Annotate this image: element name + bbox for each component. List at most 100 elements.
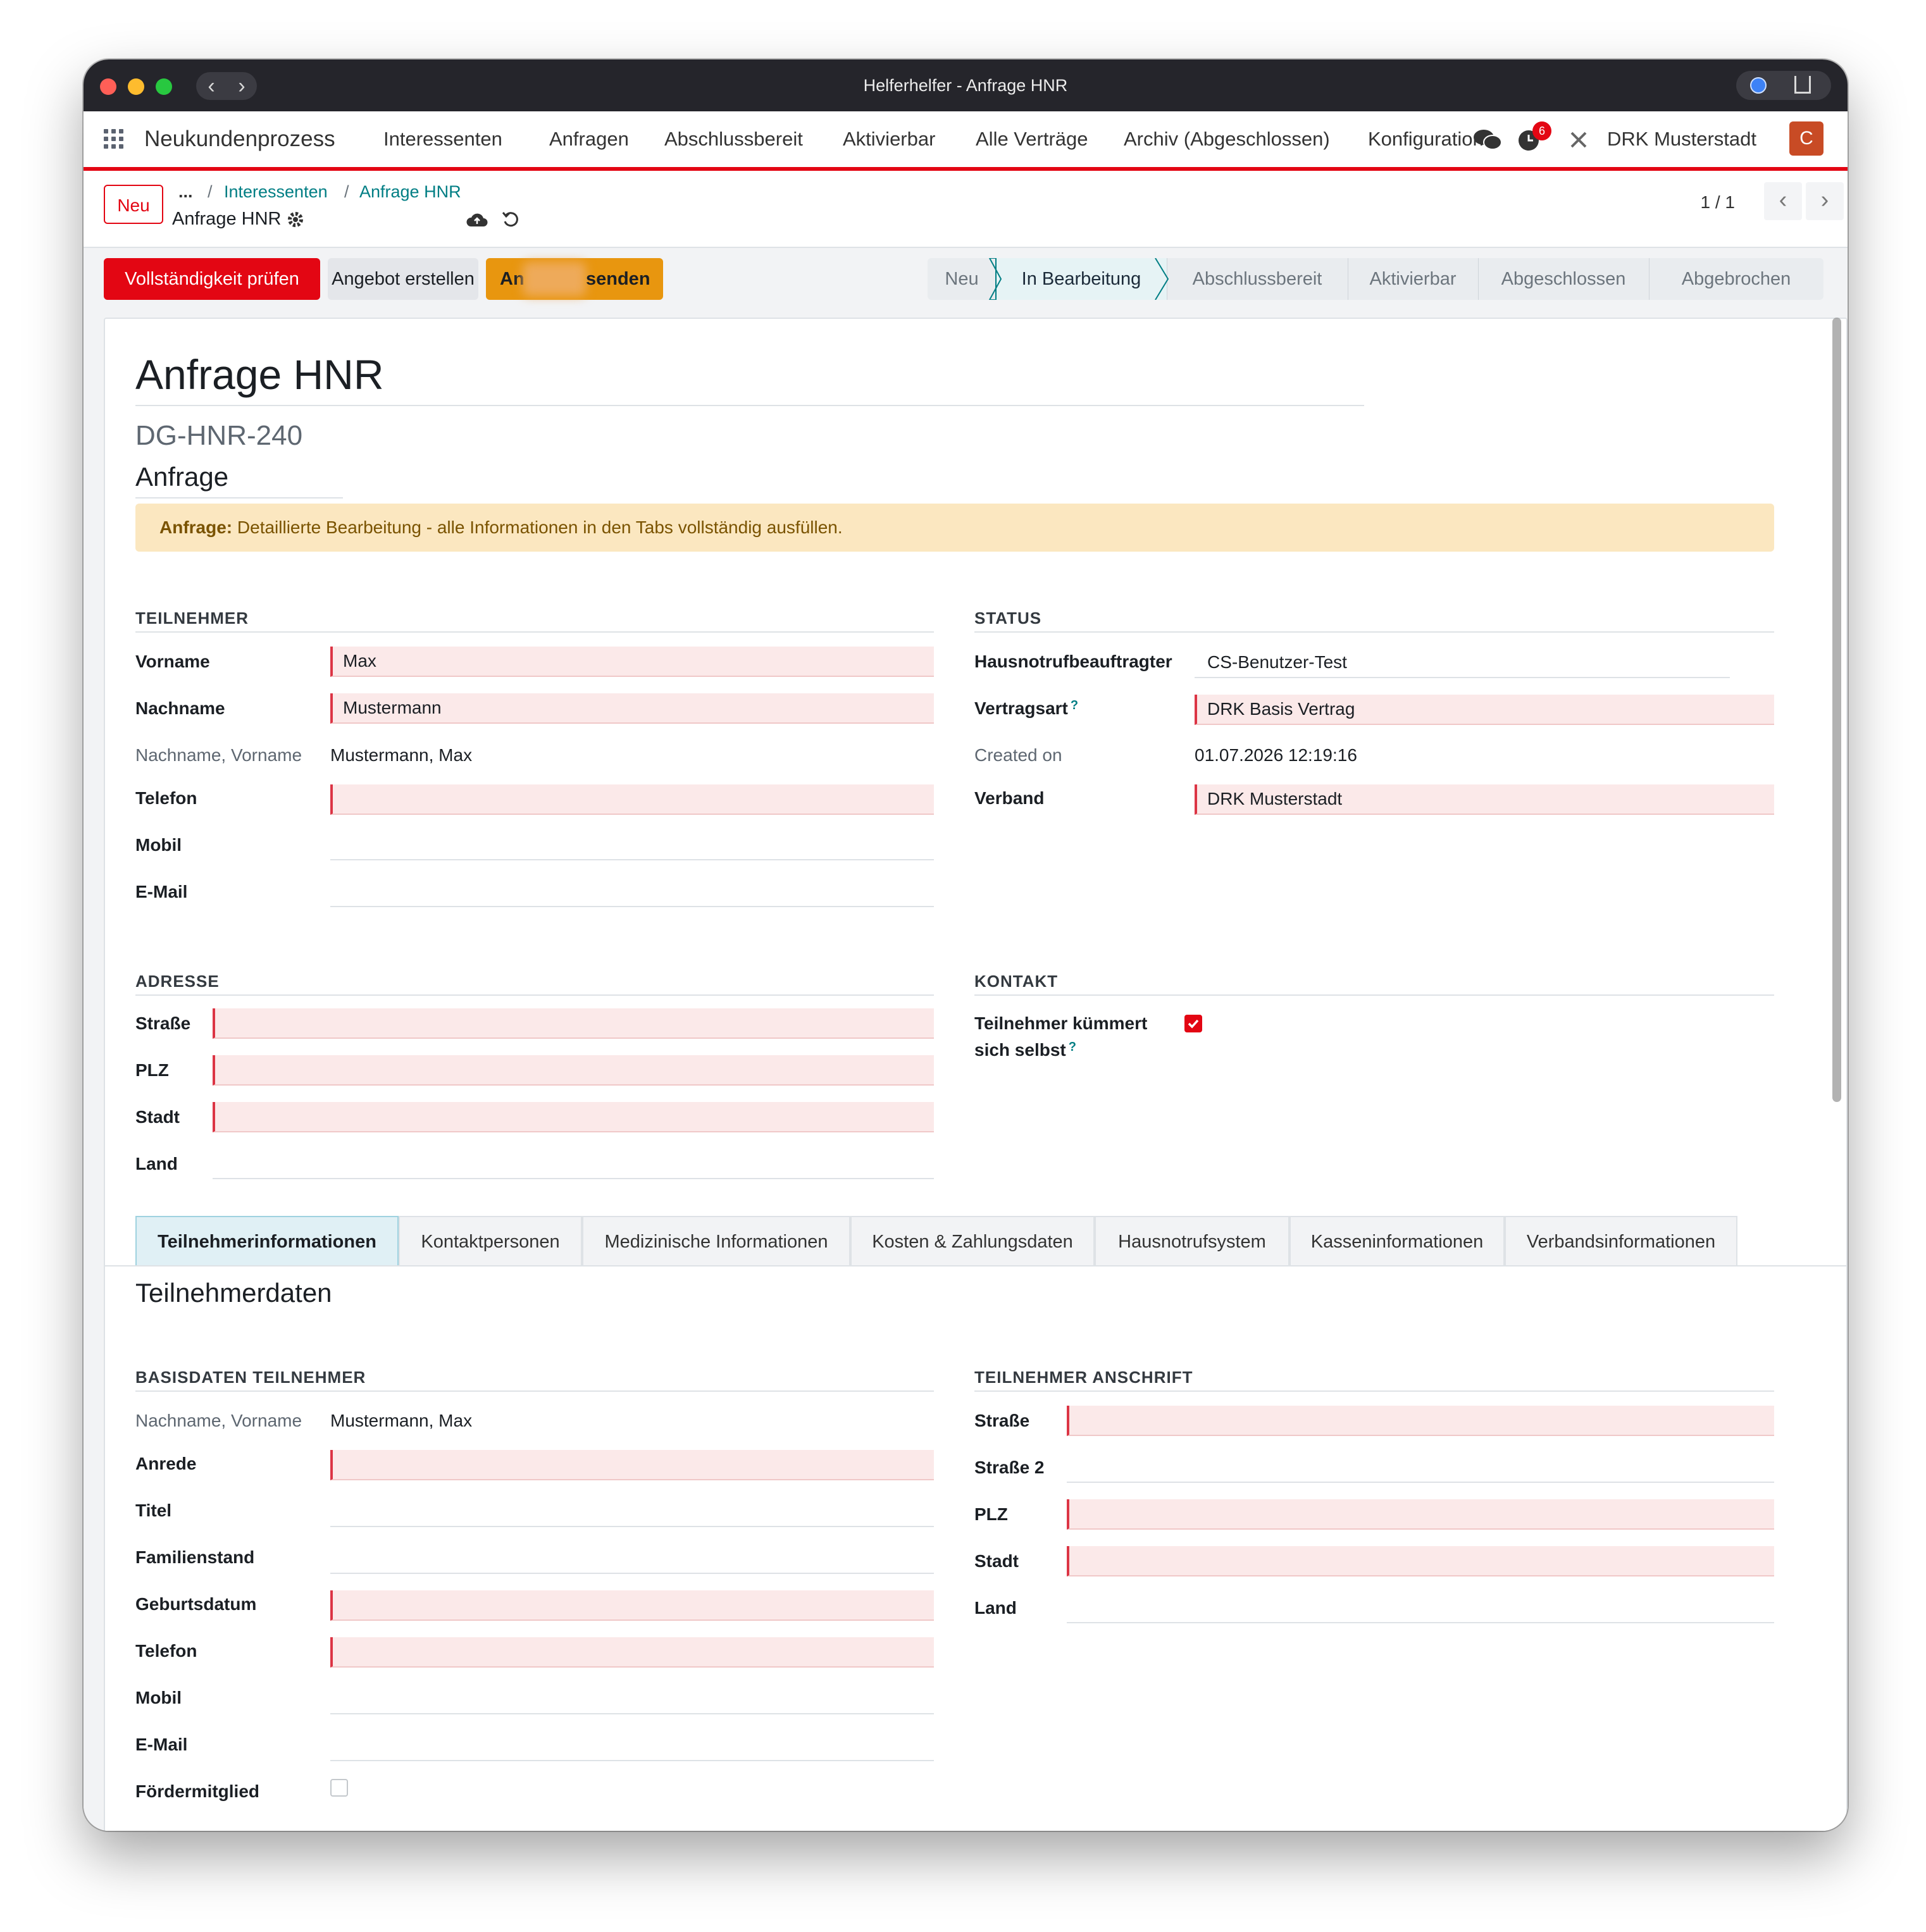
tab-kontaktpersonen[interactable]: Kontaktpersonen: [399, 1216, 582, 1265]
basis-fullname-value: Mustermann, Max: [330, 1411, 473, 1430]
familienstand-field[interactable]: [330, 1544, 934, 1574]
pager-previous-icon[interactable]: ‹: [1764, 182, 1802, 220]
chat-icon[interactable]: [1473, 128, 1502, 152]
foerdermitglied-checkbox[interactable]: [330, 1779, 348, 1797]
basis-telefon-field[interactable]: [330, 1637, 934, 1668]
label-fullname: Nachname, Vorname: [135, 745, 302, 765]
label-mobil: Mobil: [135, 835, 182, 855]
new-record-button[interactable]: Neu: [104, 185, 163, 224]
breadcrumb-parent[interactable]: Interessenten: [224, 182, 328, 202]
section-kontakt: KONTAKT: [974, 972, 1059, 991]
anschrift-land-field[interactable]: [1067, 1593, 1774, 1623]
label-anrede: Anrede: [135, 1454, 197, 1473]
anschrift-stadt-field[interactable]: [1067, 1546, 1774, 1576]
menu-alle-vertraege[interactable]: Alle Verträge: [976, 111, 1088, 167]
breadcrumb-current[interactable]: Anfrage HNR: [359, 182, 461, 202]
user-avatar[interactable]: C: [1789, 121, 1823, 156]
tab-kasseninformationen[interactable]: Kasseninformationen: [1289, 1216, 1505, 1265]
send-button[interactable]: An senden: [486, 258, 663, 300]
stadt-field[interactable]: [213, 1102, 934, 1132]
send-button-prefix: An: [500, 269, 525, 289]
telefon-field[interactable]: [330, 784, 934, 815]
basis-email-field[interactable]: [330, 1731, 934, 1761]
scrollbar[interactable]: [1832, 318, 1841, 1102]
anrede-field[interactable]: [330, 1450, 934, 1480]
record-type[interactable]: Anfrage: [135, 462, 228, 492]
password-icon[interactable]: [1750, 77, 1767, 94]
toolbar-right: [1736, 71, 1831, 100]
form-view: Vollständigkeit prüfen Angebot erstellen…: [84, 248, 1848, 1831]
verband-field[interactable]: DRK Musterstadt: [1195, 784, 1774, 815]
anschrift-plz-field[interactable]: [1067, 1499, 1774, 1530]
tab-verbandsinformationen[interactable]: Verbandsinformationen: [1505, 1216, 1737, 1265]
create-offer-button[interactable]: Angebot erstellen: [328, 258, 478, 300]
record-name: Anfrage HNR: [172, 209, 282, 229]
record-title[interactable]: Anfrage HNR: [135, 350, 384, 399]
help-icon[interactable]: ?: [1071, 698, 1078, 712]
mobil-field[interactable]: [330, 830, 934, 860]
nachname-field[interactable]: Mustermann: [330, 693, 934, 724]
tab-medizinische-informationen[interactable]: Medizinische Informationen: [582, 1216, 850, 1265]
label-vertragsart: Vertragsart?: [974, 698, 1079, 718]
stage-arrows: [988, 258, 1169, 300]
label-self-care-1: Teilnehmer kümmert: [974, 1013, 1148, 1033]
section-status: STATUS: [974, 609, 1042, 628]
form-sheet: Anfrage HNR DG-HNR-240 Anfrage Anfrage: …: [104, 318, 1848, 1831]
debug-tools-icon[interactable]: [1569, 130, 1588, 149]
breadcrumb-ellipsis[interactable]: ...: [178, 182, 193, 202]
plz-field[interactable]: [213, 1055, 934, 1086]
anschrift-strasse-field[interactable]: [1067, 1406, 1774, 1436]
help-icon[interactable]: ?: [1069, 1040, 1076, 1054]
anschrift-strasse2-field[interactable]: [1067, 1452, 1774, 1483]
geburtsdatum-field[interactable]: [330, 1590, 934, 1621]
tab-hausnotrufsystem[interactable]: Hausnotrufsystem: [1095, 1216, 1289, 1265]
title-bar: ‹ › Helferhelfer - Anfrage HNR: [84, 59, 1848, 111]
menu-anfragen[interactable]: Anfragen: [549, 111, 629, 167]
app-name[interactable]: Neukundenprozess: [144, 111, 335, 167]
discard-icon[interactable]: [501, 210, 520, 229]
control-panel: Neu ... / Interessenten / Anfrage HNR An…: [84, 171, 1848, 248]
label-verband: Verband: [974, 788, 1045, 808]
titel-field[interactable]: [330, 1497, 934, 1527]
label-nachname: Nachname: [135, 698, 225, 718]
alert-text: Detaillierte Bearbeitung - alle Informat…: [232, 517, 843, 537]
label-anschrift-stadt: Stadt: [974, 1551, 1019, 1571]
save-cloud-icon[interactable]: [466, 211, 488, 229]
label-anschrift-strasse2: Straße 2: [974, 1458, 1045, 1477]
land-field[interactable]: [213, 1149, 934, 1179]
pager-next-icon[interactable]: ›: [1806, 182, 1844, 220]
section-anschrift: TEILNEHMER ANSCHRIFT: [974, 1368, 1193, 1387]
menu-interessenten[interactable]: Interessenten: [383, 111, 502, 167]
menu-aktivierbar[interactable]: Aktivierbar: [843, 111, 935, 167]
basis-mobil-field[interactable]: [330, 1684, 934, 1714]
label-anschrift-strasse: Straße: [974, 1411, 1030, 1430]
apps-menu-icon[interactable]: [104, 129, 124, 149]
email-field[interactable]: [330, 877, 934, 907]
company-switcher[interactable]: DRK Musterstadt: [1607, 111, 1756, 167]
label-geburtsdatum: Geburtsdatum: [135, 1594, 257, 1614]
gear-icon[interactable]: [286, 210, 305, 229]
strasse-field[interactable]: [213, 1008, 934, 1039]
share-icon[interactable]: [1794, 76, 1811, 94]
tab-teilnehmerinformationen[interactable]: Teilnehmerinformationen: [135, 1216, 399, 1265]
label-anschrift-plz: PLZ: [974, 1504, 1008, 1524]
label-stadt: Stadt: [135, 1107, 180, 1127]
menu-archiv[interactable]: Archiv (Abgeschlossen): [1124, 111, 1330, 167]
check-completeness-button[interactable]: Vollständigkeit prüfen: [104, 258, 320, 300]
activity-count-badge: 6: [1532, 121, 1551, 140]
label-anschrift-land: Land: [974, 1598, 1017, 1618]
beauftragter-field[interactable]: CS-Benutzer-Test: [1195, 648, 1730, 678]
label-strasse: Straße: [135, 1013, 191, 1033]
self-care-checkbox[interactable]: [1184, 1015, 1202, 1032]
menu-abschlussbereit[interactable]: Abschlussbereit: [664, 111, 803, 167]
status-bar: Neu In Bearbeitung Abschlussbereit Aktiv…: [928, 258, 1823, 300]
label-self-care-2: sich selbst?: [974, 1040, 1076, 1060]
record-reference: DG-HNR-240: [135, 420, 303, 451]
menu-konfiguration[interactable]: Konfiguration: [1368, 111, 1484, 167]
pager-value[interactable]: 1 / 1: [1701, 192, 1735, 213]
tab-kosten-zahlungsdaten[interactable]: Kosten & Zahlungsdaten: [850, 1216, 1095, 1265]
vorname-field[interactable]: Max: [330, 647, 934, 677]
breadcrumb-separator: /: [208, 182, 213, 201]
tab-content-title: Teilnehmerdaten: [135, 1278, 332, 1308]
vertragsart-field[interactable]: DRK Basis Vertrag: [1195, 695, 1774, 725]
